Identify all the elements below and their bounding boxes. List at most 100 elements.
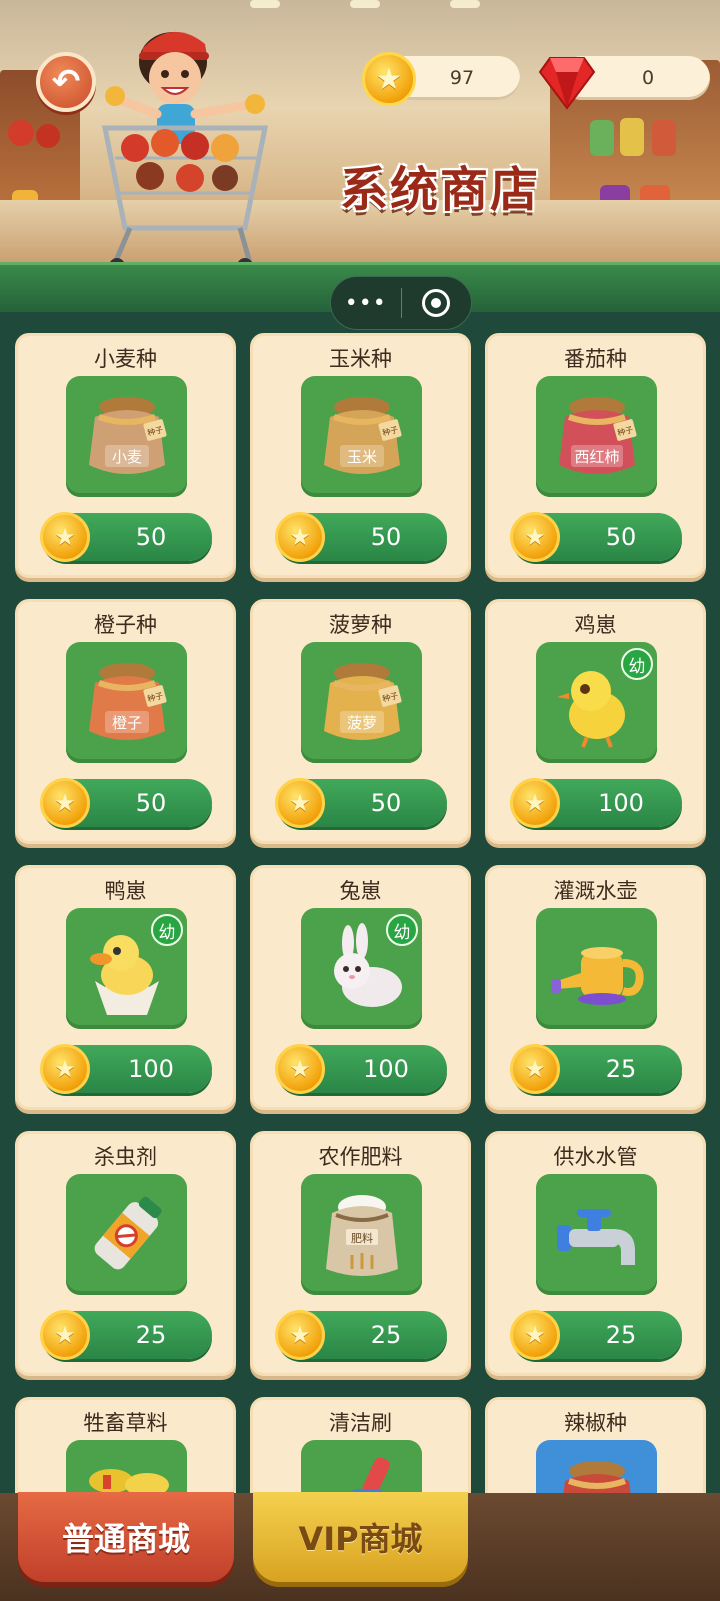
ceiling-light <box>250 0 280 8</box>
tomato-seed-bag-icon: 种子 西红柿 <box>558 396 637 474</box>
item-price: 100 <box>128 1055 174 1083</box>
close-miniprogram-button[interactable] <box>402 289 472 317</box>
more-dots-icon: ••• <box>344 290 387 316</box>
more-menu-button[interactable]: ••• <box>331 291 401 316</box>
buy-button[interactable]: ★ 50 <box>40 512 212 562</box>
gold-balance-value: 97 <box>449 67 475 89</box>
baby-badge: 幼 <box>621 648 653 680</box>
item-price: 50 <box>135 523 167 551</box>
item-icon-box: 种子 橙子 <box>66 642 187 763</box>
shop-item-card[interactable]: 供水水管 ★ 25 <box>485 1131 706 1376</box>
buy-button[interactable]: ★ 100 <box>40 1044 212 1094</box>
item-name: 玉米种 <box>329 347 392 371</box>
item-name: 清洁刷 <box>329 1411 392 1435</box>
bottle-decoration <box>652 120 676 156</box>
shop-item-card[interactable]: 清洁刷 <box>250 1397 471 1493</box>
shop-item-grid: 小麦种 种子 小麦 ★ 50 玉米种 种子 玉米 ★ 50 番茄种 种子 西红柿… <box>15 333 707 1493</box>
shop-item-card[interactable]: 小麦种 种子 小麦 ★ 50 <box>15 333 236 578</box>
orange-seed-bag-icon: 种子 橙子 <box>88 662 167 740</box>
red-gem-icon <box>538 57 596 110</box>
buy-button[interactable]: ★ 25 <box>40 1310 212 1360</box>
item-price: 50 <box>370 523 402 551</box>
shop-item-card[interactable]: 菠萝种 种子 菠萝 ★ 50 <box>250 599 471 844</box>
buy-button[interactable]: ★ 100 <box>275 1044 447 1094</box>
chili-seed-bag-icon <box>562 1460 631 1493</box>
item-name: 兔崽 <box>339 879 382 903</box>
shop-item-card[interactable]: 农作肥料 肥料 ★ 25 <box>250 1131 471 1376</box>
gold-coin-icon: ★ <box>510 1044 560 1094</box>
gold-coin-icon: ★ <box>510 1310 560 1360</box>
item-price: 25 <box>605 1055 637 1083</box>
item-icon-box <box>536 1174 657 1295</box>
wheat-seed-bag-icon: 种子 小麦 <box>88 396 167 474</box>
item-icon-box <box>536 908 657 1029</box>
item-price: 100 <box>598 789 644 817</box>
item-icon-box: 幼 <box>66 908 187 1029</box>
cleaning-brush-icon <box>351 1456 390 1493</box>
buy-button[interactable]: ★ 50 <box>275 512 447 562</box>
bag-label: 菠萝 <box>346 714 376 732</box>
tab-normal-shop[interactable]: 普通商城 <box>18 1492 234 1582</box>
bottle-decoration <box>590 120 614 156</box>
shop-item-card[interactable]: 辣椒种 <box>485 1397 706 1493</box>
buy-button[interactable]: ★ 25 <box>275 1310 447 1360</box>
shop-item-card[interactable]: 兔崽 幼 ★ 100 <box>250 865 471 1110</box>
item-price: 25 <box>135 1321 167 1349</box>
gold-coin-icon: ★ <box>40 1310 90 1360</box>
gold-coin-icon: ★ <box>275 1044 325 1094</box>
apple-decoration <box>8 120 34 146</box>
item-name: 牲畜草料 <box>83 1411 168 1435</box>
ceiling-light <box>450 0 480 8</box>
bottle-decoration <box>620 118 644 156</box>
back-button[interactable]: ↶ <box>36 52 96 112</box>
item-icon-box: 幼 <box>301 908 422 1029</box>
ceiling-light <box>350 0 380 8</box>
tab-vip-shop[interactable]: VIP商城 <box>253 1492 468 1582</box>
item-icon-box <box>536 1440 657 1493</box>
shop-item-card[interactable]: 杀虫剂 ★ 25 <box>15 1131 236 1376</box>
shop-item-card[interactable]: 番茄种 种子 西红柿 ★ 50 <box>485 333 706 578</box>
item-name: 农作肥料 <box>318 1145 403 1169</box>
buy-button[interactable]: ★ 50 <box>40 778 212 828</box>
buy-button[interactable]: ★ 25 <box>510 1044 682 1094</box>
item-icon-box: 种子 玉米 <box>301 376 422 497</box>
page-title: 系统商店 <box>340 162 541 218</box>
bag-label: 小麦 <box>111 448 141 466</box>
item-name: 鸭崽 <box>104 879 147 903</box>
shop-item-card[interactable]: 鸡崽 幼 ★ 100 <box>485 599 706 844</box>
gold-coin-icon: ★ <box>40 512 90 562</box>
shop-banner: ↶ 97 ★ 0 系统商店 <box>0 0 720 270</box>
gold-coin-icon: ★ <box>510 512 560 562</box>
fertilizer-sack-icon: 肥料 <box>325 1194 398 1276</box>
gold-coin-icon: ★ <box>510 778 560 828</box>
item-icon-box: 幼 <box>536 642 657 763</box>
baby-badge: 幼 <box>151 914 183 946</box>
buy-button[interactable]: ★ 25 <box>510 1310 682 1360</box>
buy-button[interactable]: ★ 50 <box>275 778 447 828</box>
item-name: 供水水管 <box>553 1145 638 1169</box>
pineapple-seed-bag-icon: 种子 菠萝 <box>323 662 402 740</box>
shop-item-card[interactable]: 灌溉水壶 ★ 25 <box>485 865 706 1110</box>
item-name: 鸡崽 <box>574 613 617 637</box>
gold-coin-icon: ★ <box>275 1310 325 1360</box>
buy-button[interactable]: ★ 100 <box>510 778 682 828</box>
item-name: 辣椒种 <box>564 1411 627 1435</box>
gold-coin-icon: ★ <box>362 52 416 106</box>
buy-button[interactable]: ★ 50 <box>510 512 682 562</box>
gold-coin-icon: ★ <box>40 1044 90 1094</box>
shop-item-card[interactable]: 玉米种 种子 玉米 ★ 50 <box>250 333 471 578</box>
target-icon <box>422 289 451 317</box>
item-name: 杀虫剂 <box>94 1145 157 1169</box>
water-tap-icon <box>556 1208 635 1265</box>
item-price: 50 <box>605 523 637 551</box>
shop-item-card[interactable]: 鸭崽 幼 ★ 100 <box>15 865 236 1110</box>
gold-coin-icon: ★ <box>275 778 325 828</box>
shop-item-card[interactable]: 橙子种 种子 橙子 ★ 50 <box>15 599 236 844</box>
item-icon-box: 种子 菠萝 <box>301 642 422 763</box>
apple-decoration <box>36 124 60 148</box>
item-price: 25 <box>370 1321 402 1349</box>
item-price: 25 <box>605 1321 637 1349</box>
hay-fodder-icon <box>88 1468 169 1493</box>
item-icon-box: 肥料 <box>301 1174 422 1295</box>
shop-item-card[interactable]: 牲畜草料 <box>15 1397 236 1493</box>
